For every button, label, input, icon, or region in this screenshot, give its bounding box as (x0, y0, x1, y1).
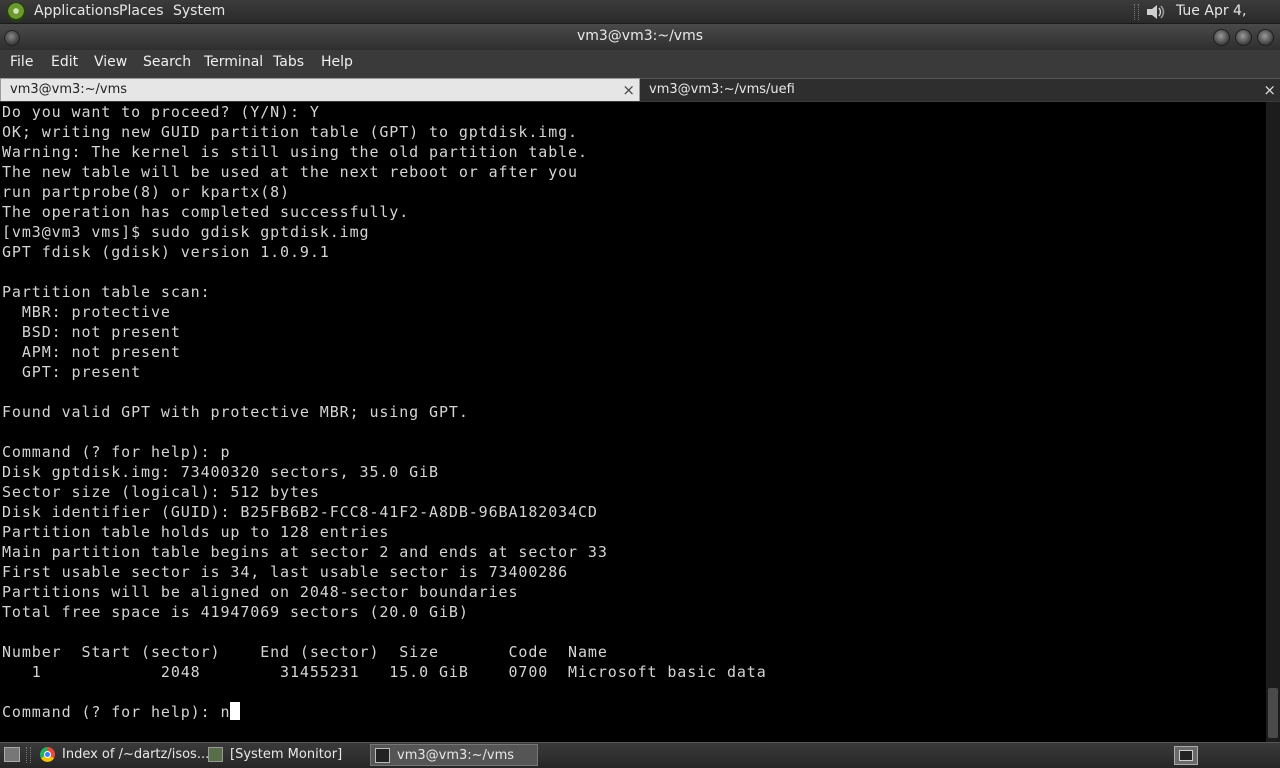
minimize-button[interactable] (1213, 29, 1230, 46)
terminal-area[interactable]: Do you want to proceed? (Y/N): Y OK; wri… (0, 102, 1266, 742)
tab-label: vm3@vm3:~/vms (10, 82, 128, 97)
terminal-history: Do you want to proceed? (Y/N): Y OK; wri… (2, 103, 767, 681)
menu-help[interactable]: Help (321, 50, 353, 75)
taskbar-item-system-monitor[interactable]: [System Monitor] (204, 744, 369, 766)
menu-file[interactable]: File (10, 50, 33, 75)
terminal-prompt-line: Command (? for help): n (2, 703, 231, 721)
terminal-menubar: File Edit View Search Terminal Tabs Help (0, 50, 1280, 78)
workspace-switcher-icon[interactable] (1174, 746, 1198, 765)
applications-menu[interactable]: Applications (34, 0, 120, 24)
close-window-button[interactable] (1257, 29, 1274, 46)
menu-edit[interactable]: Edit (51, 50, 78, 75)
terminal-icon (375, 748, 390, 763)
tab-vms[interactable]: vm3@vm3:~/vms × (0, 78, 640, 101)
bottom-panel: Index of /~dartz/isos... [System Monitor… (0, 742, 1280, 768)
menu-view[interactable]: View (94, 50, 127, 75)
window-titlebar[interactable]: vm3@vm3:~/vms (0, 24, 1280, 50)
show-desktop-icon[interactable] (4, 747, 20, 762)
system-monitor-icon (208, 747, 223, 762)
clock[interactable]: Tue Apr 4, 07:46 (1176, 0, 1280, 42)
terminal-output: Do you want to proceed? (Y/N): Y OK; wri… (0, 102, 1266, 722)
task-label: [System Monitor] (230, 747, 343, 762)
gnome-foot-icon[interactable] (6, 2, 26, 22)
tab-bar: vm3@vm3:~/vms × vm3@vm3:~/vms/uefi × (0, 78, 1280, 102)
task-label: Index of /~dartz/isos... (62, 747, 210, 762)
tab-label: vm3@vm3:~/vms/uefi (649, 82, 795, 97)
task-label: vm3@vm3:~/vms (397, 748, 515, 763)
chrome-icon (40, 747, 55, 762)
terminal-scrollbar[interactable] (1266, 102, 1280, 742)
panel-handle[interactable] (26, 747, 31, 763)
text-cursor (230, 702, 241, 720)
system-menu[interactable]: System (173, 0, 225, 24)
panel-handle[interactable] (1134, 4, 1139, 20)
top-panel: Applications Places System Tue Apr 4, 07… (0, 0, 1280, 42)
menu-search[interactable]: Search (143, 50, 191, 75)
maximize-button[interactable] (1235, 29, 1252, 46)
volume-icon[interactable] (1145, 3, 1167, 21)
window-title: vm3@vm3:~/vms (576, 28, 704, 44)
tab-vms-uefi[interactable]: vm3@vm3:~/vms/uefi × (640, 78, 1280, 101)
scrollbar-thumb[interactable] (1268, 688, 1278, 738)
menu-terminal[interactable]: Terminal (204, 50, 263, 75)
places-menu[interactable]: Places (119, 0, 164, 24)
tab-close-icon[interactable]: × (1263, 79, 1276, 101)
menu-tabs[interactable]: Tabs (273, 50, 304, 75)
tab-close-icon[interactable]: × (622, 79, 635, 101)
taskbar-item-browser[interactable]: Index of /~dartz/isos... (36, 744, 209, 766)
taskbar-item-terminal[interactable]: vm3@vm3:~/vms (370, 744, 538, 766)
